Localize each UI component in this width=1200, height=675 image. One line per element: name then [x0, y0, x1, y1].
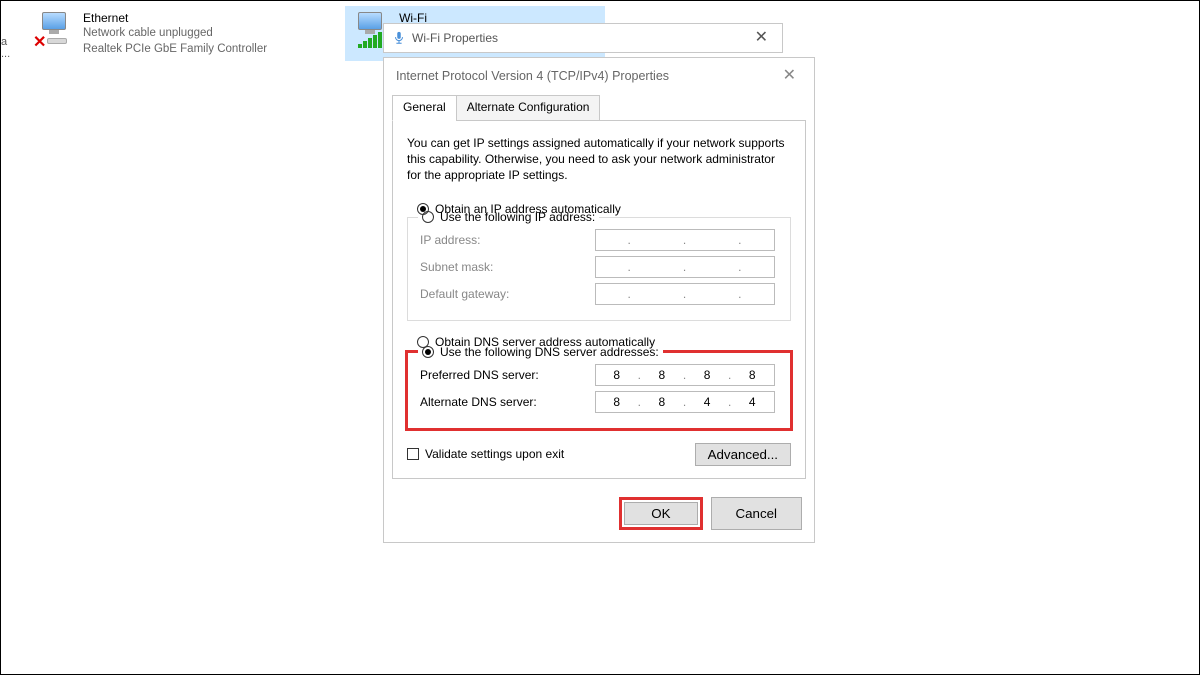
ipv4-dialog-title: Internet Protocol Version 4 (TCP/IPv4) P… — [396, 69, 669, 83]
tab-alternate-configuration[interactable]: Alternate Configuration — [456, 95, 601, 121]
wifi-properties-dialog: Wi-Fi Properties ✕ — [383, 23, 783, 53]
radio-ip-manual[interactable]: Use the following IP address: — [418, 210, 599, 224]
preferred-dns-input[interactable]: 8. 8. 8. 8 — [595, 364, 775, 386]
ok-highlight-box: OK — [619, 497, 702, 530]
close-icon[interactable]: ✕ — [777, 66, 802, 86]
cancel-button[interactable]: Cancel — [711, 497, 803, 530]
close-icon[interactable]: ✕ — [749, 28, 774, 48]
network-item-ethernet[interactable]: ✕ Ethernet Network cable unplugged Realt… — [29, 6, 275, 61]
radio-dns-manual-label: Use the following DNS server addresses: — [440, 345, 659, 359]
preferred-dns-label: Preferred DNS server: — [420, 368, 595, 382]
radio-dns-manual[interactable]: Use the following DNS server addresses: — [418, 345, 663, 359]
subnet-mask-label: Subnet mask: — [420, 260, 595, 274]
radio-ip-manual-label: Use the following IP address: — [440, 210, 595, 224]
truncated-item: a ... — [1, 6, 9, 61]
intro-text: You can get IP settings assigned automat… — [407, 135, 791, 184]
validate-checkbox[interactable] — [407, 448, 419, 460]
default-gateway-input: ... — [595, 283, 775, 305]
ethernet-adapter: Realtek PCIe GbE Family Controller — [83, 42, 267, 58]
wifi-dialog-title: Wi-Fi Properties — [412, 31, 498, 45]
ok-button[interactable]: OK — [624, 502, 697, 525]
validate-label: Validate settings upon exit — [425, 447, 564, 461]
ip-address-input: ... — [595, 229, 775, 251]
disconnected-x-icon: ✕ — [33, 32, 46, 52]
ipv4-properties-dialog: Internet Protocol Version 4 (TCP/IPv4) P… — [383, 57, 815, 543]
subnet-mask-input: ... — [595, 256, 775, 278]
ethernet-title: Ethernet — [83, 10, 267, 26]
radio-icon — [422, 346, 434, 358]
default-gateway-label: Default gateway: — [420, 287, 595, 301]
ethernet-status: Network cable unplugged — [83, 26, 267, 42]
alternate-dns-label: Alternate DNS server: — [420, 395, 595, 409]
advanced-button[interactable]: Advanced... — [695, 443, 791, 466]
alternate-dns-input[interactable]: 8. 8. 4. 4 — [595, 391, 775, 413]
ethernet-icon: ✕ — [37, 10, 77, 46]
ip-address-label: IP address: — [420, 233, 595, 247]
tab-general[interactable]: General — [392, 95, 457, 121]
dns-highlight-box: Use the following DNS server addresses: … — [405, 350, 793, 431]
microphone-icon — [392, 31, 406, 45]
radio-icon — [422, 211, 434, 223]
